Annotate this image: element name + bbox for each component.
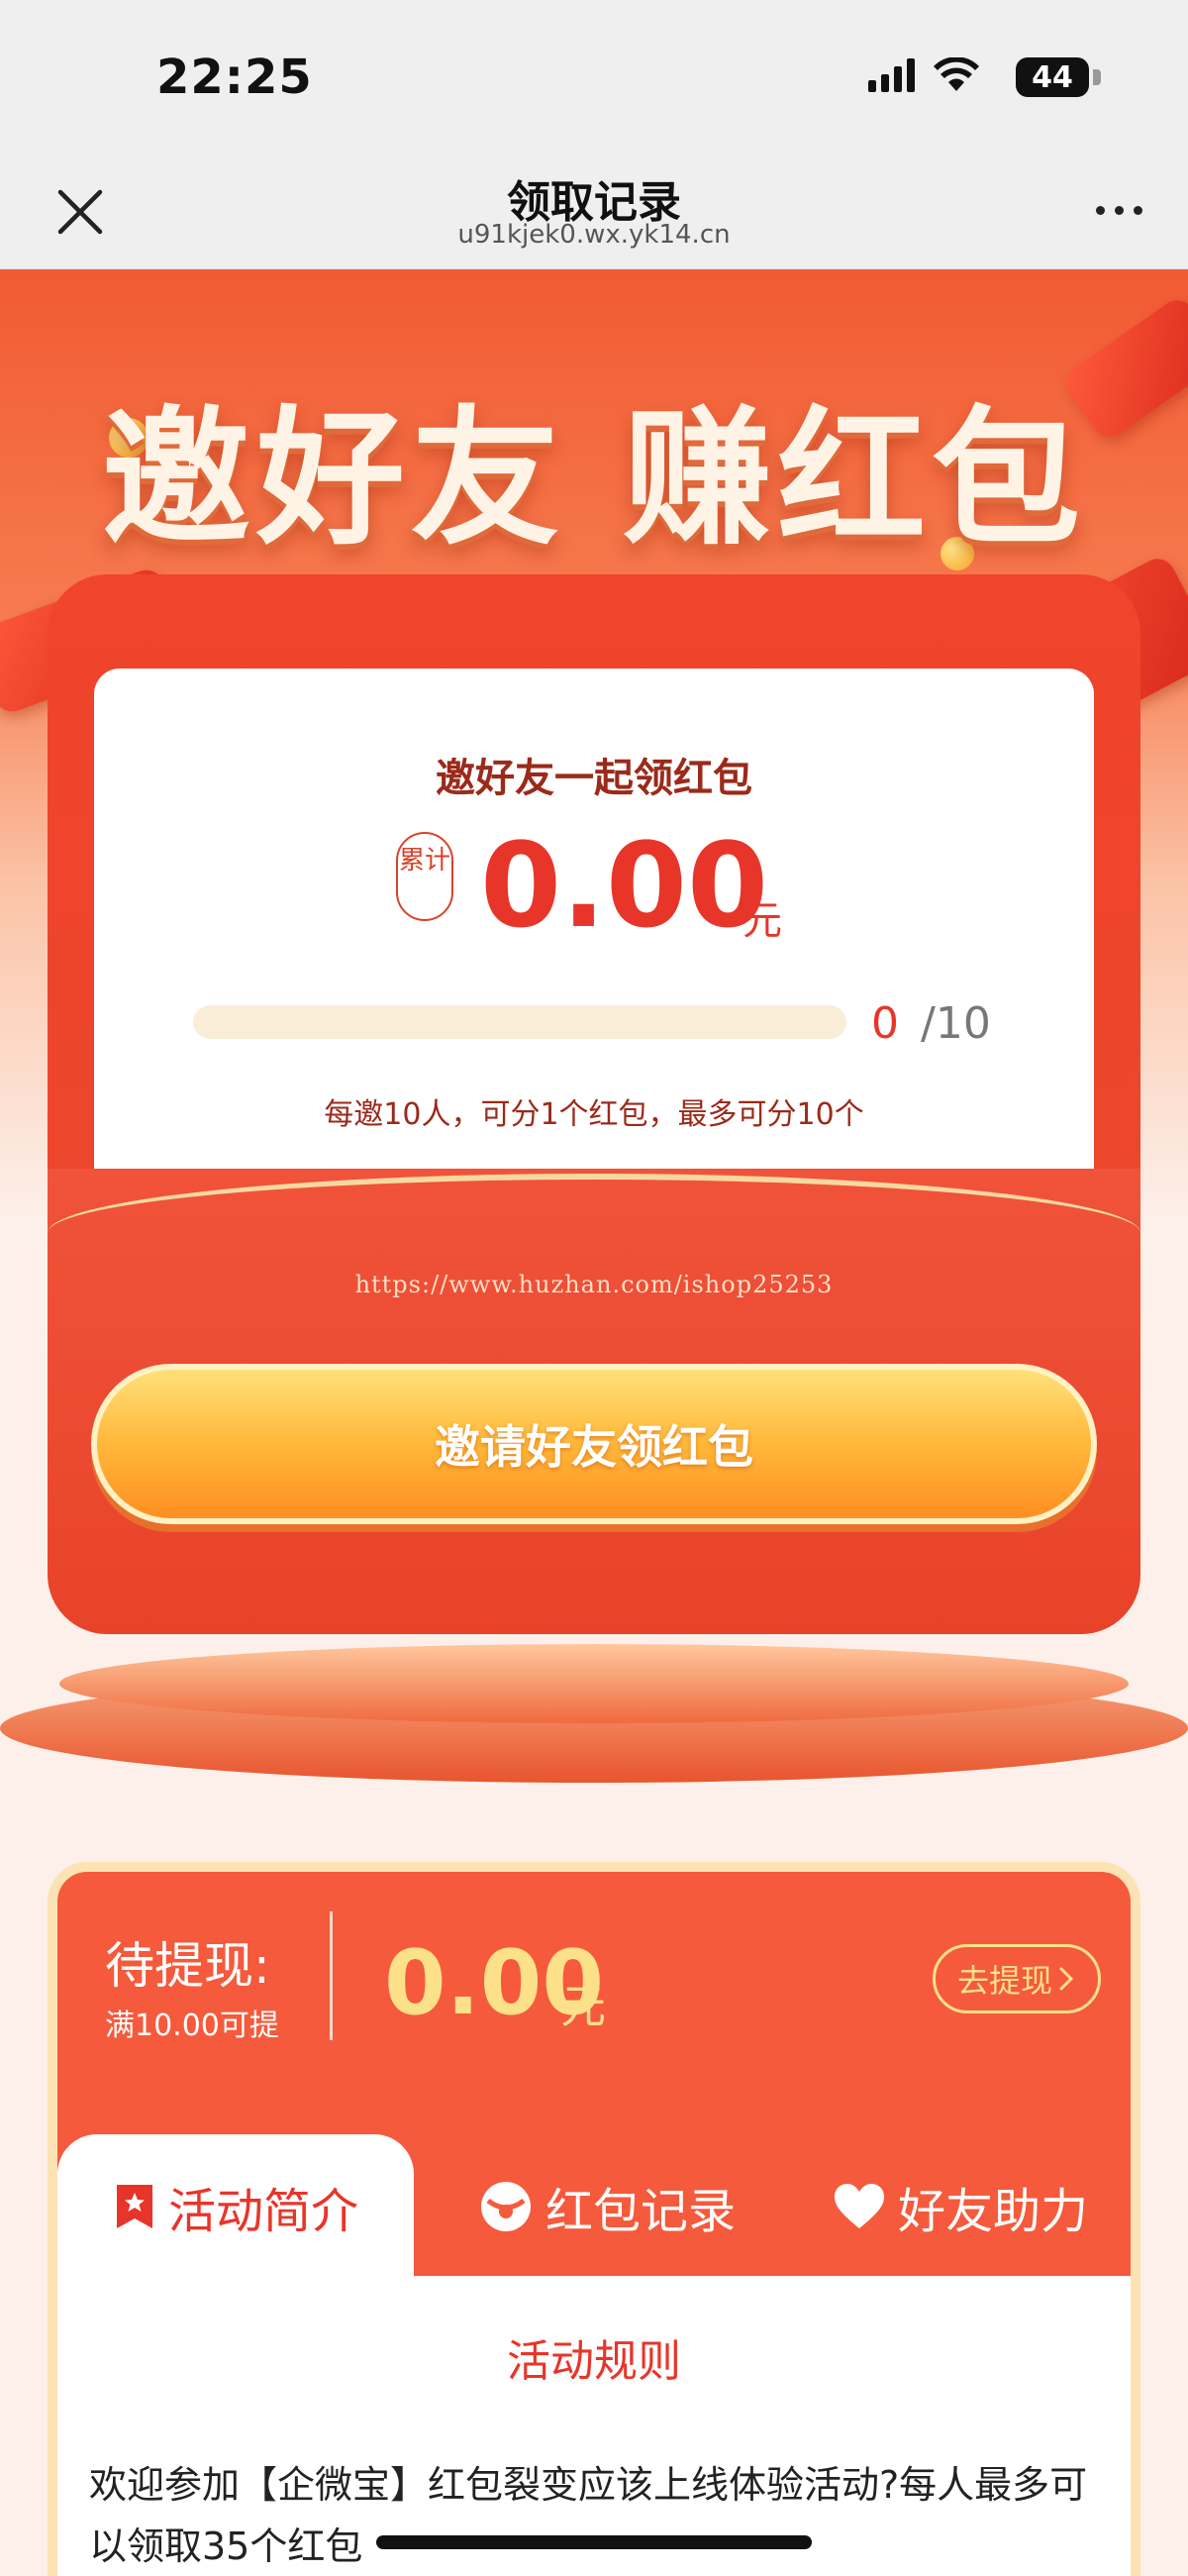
home-indicator: [376, 2535, 812, 2549]
chevron-right-icon: [1059, 1967, 1074, 1991]
tab-redpacket-records[interactable]: 红包记录: [439, 2134, 775, 2278]
page-url: u91kjek0.wx.yk14.cn: [457, 220, 731, 250]
activity-rules-panel: 活动规则 欢迎参加【企微宝】红包裂变应该上线体验活动?每人最多可以领取35个红包: [57, 2276, 1131, 2576]
cumulative-amount: 0.00: [480, 817, 769, 954]
tab-bar: 活动简介 红包记录 好友助力: [57, 2134, 1131, 2278]
card-title: 邀好友一起领红包: [436, 756, 752, 801]
wifi-icon: [934, 57, 979, 91]
more-icon[interactable]: [1096, 206, 1142, 215]
tab-label: 好友助力: [897, 2183, 1088, 2239]
invite-friends-button[interactable]: 邀请好友领红包: [91, 1364, 1097, 1524]
watermark-text: https://www.huzhan.com/ishop25253: [354, 1271, 834, 1298]
cellular-signal-icon: [868, 58, 915, 92]
battery-icon: 44: [1016, 57, 1089, 97]
withdraw-button[interactable]: 去提现: [933, 1944, 1101, 2013]
hero-headline: 邀好友 赚红包: [101, 393, 1087, 566]
battery-cap: [1093, 69, 1101, 85]
nav-bar: 领取记录 u91kjek0.wx.yk14.cn: [0, 158, 1188, 269]
withdraw-threshold: 满10.00可提: [105, 2009, 279, 2043]
pending-withdraw-label: 待提现:: [105, 1937, 270, 1995]
invite-progress-bar: [193, 1005, 846, 1039]
invite-rule-text: 每邀10人，可分1个红包，最多可分10个: [324, 1097, 864, 1132]
progress-total: /10: [921, 998, 991, 1049]
status-icons: [868, 57, 980, 93]
heart-icon: [834, 2183, 884, 2228]
tab-friend-boost[interactable]: 好友助力: [790, 2134, 1131, 2278]
progress-current: 0: [871, 998, 899, 1049]
pending-unit: 元: [560, 1980, 606, 2033]
status-time: 22:25: [156, 50, 313, 105]
status-bar: 22:25 44: [0, 0, 1188, 158]
cumulative-badge: 累计: [396, 832, 453, 921]
amount-unit: 元: [742, 898, 782, 944]
redpacket-icon: [480, 2181, 531, 2231]
tab-activity-intro[interactable]: 活动简介: [57, 2134, 414, 2278]
tab-label: 红包记录: [544, 2183, 736, 2239]
rules-text: 欢迎参加【企微宝】红包裂变应该上线体验活动?每人最多可以领取35个红包: [89, 2463, 1088, 2568]
bookmark-icon: [116, 2184, 152, 2228]
rules-title: 活动规则: [507, 2336, 681, 2387]
divider: [330, 1911, 333, 2040]
withdraw-label: 去提现: [956, 1962, 1052, 2000]
tab-label: 活动简介: [167, 2183, 358, 2239]
stage-top: [59, 1644, 1129, 1723]
